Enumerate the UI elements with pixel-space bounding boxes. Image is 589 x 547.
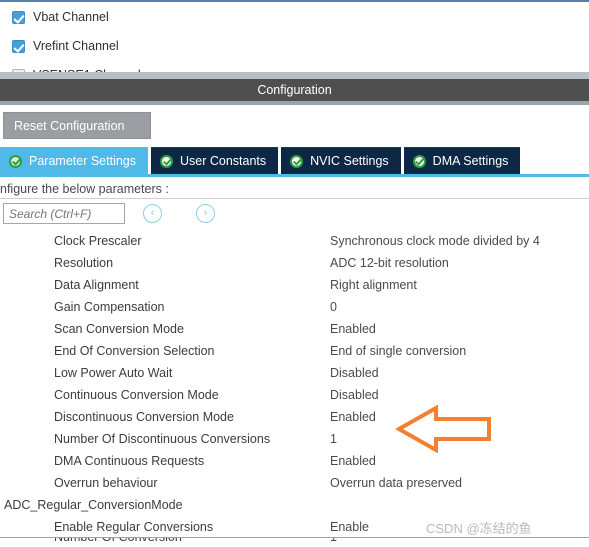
param-name: Gain Compensation [54,300,165,314]
tab-parameter-settings-label: Parameter Settings [29,154,136,168]
table-row[interactable]: End Of Conversion Selection End of singl… [0,340,589,362]
param-value[interactable]: Overrun data preserved [330,476,589,490]
param-value[interactable]: Enabled [330,322,589,336]
param-value[interactable]: End of single conversion [330,344,589,358]
table-row[interactable]: Overrun behaviour Overrun data preserved [0,472,589,494]
table-row[interactable]: Continuous Conversion Mode Disabled [0,384,589,406]
param-name: Discontinuous Conversion Mode [54,410,234,424]
param-value[interactable]: Disabled [330,388,589,402]
param-group-name: ADC_Regular_ConversionMode [4,498,183,512]
check-circle-icon [9,154,22,168]
table-row[interactable]: Gain Compensation 0 [0,296,589,318]
channel-list: Vbat Channel Vrefint Channel VSENSE1 Cha… [0,0,589,72]
toolbar: Reset Configuration [0,105,589,147]
table-row[interactable]: Number Of Conversion 1 [0,537,589,547]
param-value[interactable]: Enabled [330,454,589,468]
adc-configuration-panel: Vbat Channel Vrefint Channel VSENSE1 Cha… [0,0,589,547]
tabbar-underline [0,174,589,177]
checkbox-row-vbat[interactable]: Vbat Channel [12,8,109,26]
checkbox-row-vrefint[interactable]: Vrefint Channel [12,37,119,55]
param-name: Low Power Auto Wait [54,366,173,380]
table-row[interactable]: DMA Continuous Requests Enabled [0,450,589,472]
tab-parameter-settings[interactable]: Parameter Settings [0,147,148,174]
param-name: Number Of Discontinuous Conversions [54,432,271,446]
tab-nvic-settings-label: NVIC Settings [310,154,389,168]
clipped-table-row: Number Of Conversion 1 [0,537,589,547]
param-value[interactable]: Right alignment [330,278,589,292]
table-row[interactable]: Resolution ADC 12-bit resolution [0,252,589,274]
param-value[interactable]: 1 [330,432,589,446]
reset-configuration-button[interactable]: Reset Configuration [3,112,151,139]
param-value[interactable]: ADC 12-bit resolution [330,256,589,270]
watermark: CSDN @冻结的鱼 [426,521,532,536]
check-circle-icon [160,154,173,168]
check-circle-icon [412,154,426,168]
checkbox-vrefint-icon[interactable] [12,39,25,53]
settings-tabbar: Parameter Settings User Constants NVIC S… [0,147,589,174]
table-row[interactable]: Discontinuous Conversion Mode Enabled [0,406,589,428]
search-next-button[interactable]: › [196,204,215,223]
table-row[interactable]: Clock Prescaler Synchronous clock mode d… [0,230,589,252]
table-row[interactable]: Number Of Discontinuous Conversions 1 [0,428,589,450]
table-row[interactable]: Low Power Auto Wait Disabled [0,362,589,384]
param-name: Enable Regular Conversions [54,520,214,534]
search-prev-button[interactable]: ‹ [143,204,162,223]
param-value[interactable]: Enabled [330,410,589,424]
checkbox-vbat-label: Vbat Channel [33,10,109,24]
param-value[interactable]: Disabled [330,366,589,380]
tab-dma-settings-label: DMA Settings [432,154,509,168]
param-name: DMA Continuous Requests [54,454,205,468]
param-name: Data Alignment [54,278,139,292]
param-name: Number Of Conversion [54,537,182,544]
table-group-row[interactable]: ADC_Regular_ConversionMode [0,494,589,516]
configuration-header-title: Configuration [257,83,332,97]
param-name: Clock Prescaler [54,234,142,248]
param-value[interactable]: 0 [330,300,589,314]
param-name: Overrun behaviour [54,476,158,490]
search-input[interactable] [3,203,125,224]
table-row[interactable]: Scan Conversion Mode Enabled [0,318,589,340]
parameter-table: Clock Prescaler Synchronous clock mode d… [0,230,589,547]
panel-hint-text: nfigure the below parameters : [0,179,589,199]
param-value[interactable]: 1 [330,538,589,544]
tab-dma-settings[interactable]: DMA Settings [403,147,521,174]
search-row: ‹ › [0,200,589,228]
param-name: Continuous Conversion Mode [54,388,219,402]
tab-user-constants[interactable]: User Constants [151,147,279,174]
table-row[interactable]: Data Alignment Right alignment [0,274,589,296]
param-value[interactable]: Synchronous clock mode divided by 4 [330,234,589,248]
panel-divider [0,72,589,79]
param-name: Scan Conversion Mode [54,322,184,336]
tab-nvic-settings[interactable]: NVIC Settings [281,147,401,174]
checkbox-vrefint-label: Vrefint Channel [33,39,119,53]
param-name: End Of Conversion Selection [54,344,215,358]
checkbox-vbat-icon[interactable] [12,10,25,24]
check-circle-icon [290,154,304,168]
param-name: Resolution [54,256,114,270]
tab-user-constants-label: User Constants [180,154,267,168]
configuration-header: Configuration [0,79,589,101]
